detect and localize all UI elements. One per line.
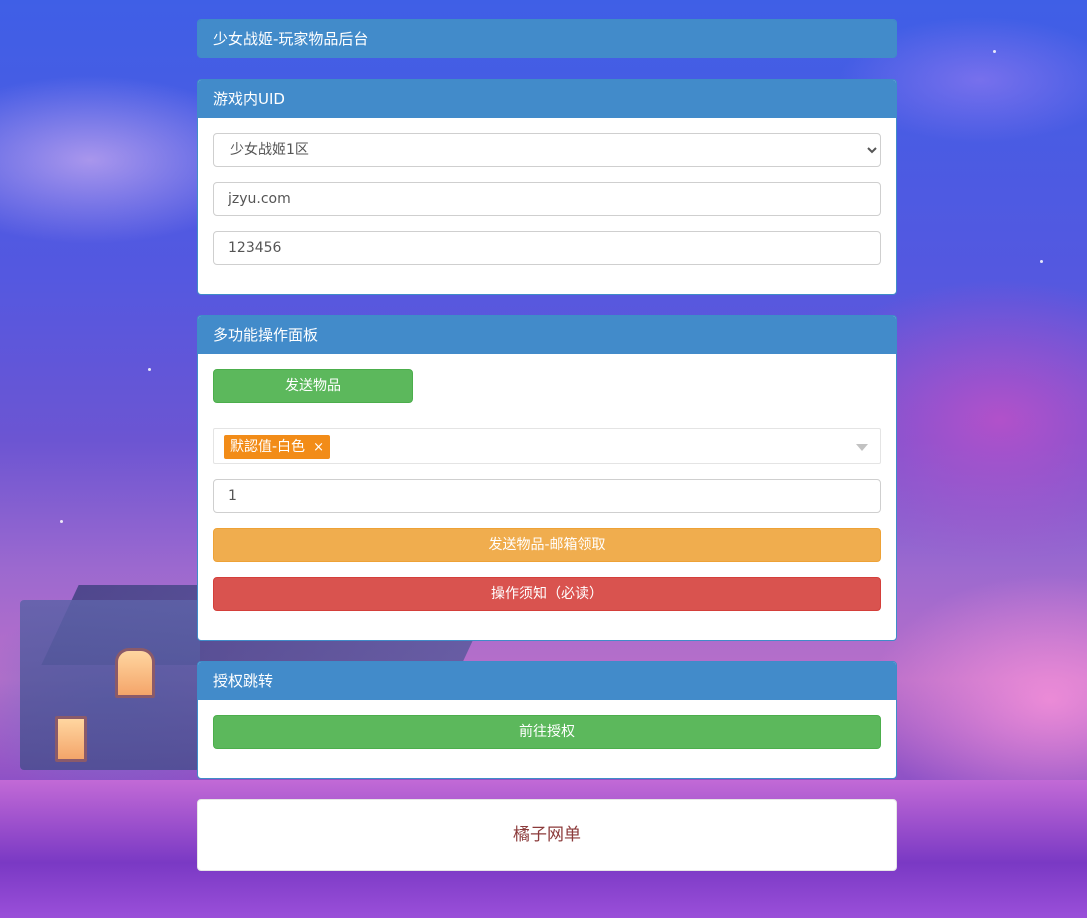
ops-panel-title: 多功能操作面板	[198, 316, 896, 354]
quantity-input[interactable]	[213, 479, 881, 513]
chevron-down-icon[interactable]	[856, 444, 868, 451]
account-input[interactable]	[213, 182, 881, 216]
page-title: 少女战姬-玩家物品后台	[198, 20, 896, 58]
goto-auth-button[interactable]: 前往授权	[213, 715, 881, 749]
auth-panel: 授权跳转 前往授权	[197, 661, 897, 779]
server-select[interactable]: 少女战姬1区	[213, 133, 881, 167]
notice-button[interactable]: 操作须知（必读）	[213, 577, 881, 611]
uid-panel-title: 游戏内UID	[198, 80, 896, 118]
ops-panel: 多功能操作面板 发送物品 默認值-白色 × 发送物品-邮箱领取 操作须知（必读）	[197, 315, 897, 641]
auth-panel-title: 授权跳转	[198, 662, 896, 700]
background-house-window	[55, 716, 87, 762]
background-house-window	[115, 648, 155, 698]
item-multiselect[interactable]: 默認值-白色 ×	[213, 428, 881, 464]
background-house	[20, 600, 200, 770]
uid-panel-body: 少女战姬1区	[198, 118, 896, 294]
main-container: 少女战姬-玩家物品后台 游戏内UID 少女战姬1区 多功能操作面板 发送物品 默…	[197, 19, 897, 871]
auth-panel-body: 前往授权	[198, 700, 896, 778]
uid-panel: 游戏内UID 少女战姬1区	[197, 79, 897, 295]
title-panel: 少女战姬-玩家物品后台	[197, 19, 897, 58]
tag-close-icon[interactable]: ×	[313, 440, 324, 455]
footer-brand: 橘子网单	[197, 799, 897, 871]
password-input[interactable]	[213, 231, 881, 265]
ops-panel-body: 发送物品 默認值-白色 × 发送物品-邮箱领取 操作须知（必读）	[198, 354, 896, 640]
item-tag: 默認值-白色 ×	[224, 435, 330, 459]
mail-send-button[interactable]: 发送物品-邮箱领取	[213, 528, 881, 562]
send-item-button[interactable]: 发送物品	[213, 369, 413, 403]
item-tag-label: 默認值-白色	[230, 439, 306, 455]
